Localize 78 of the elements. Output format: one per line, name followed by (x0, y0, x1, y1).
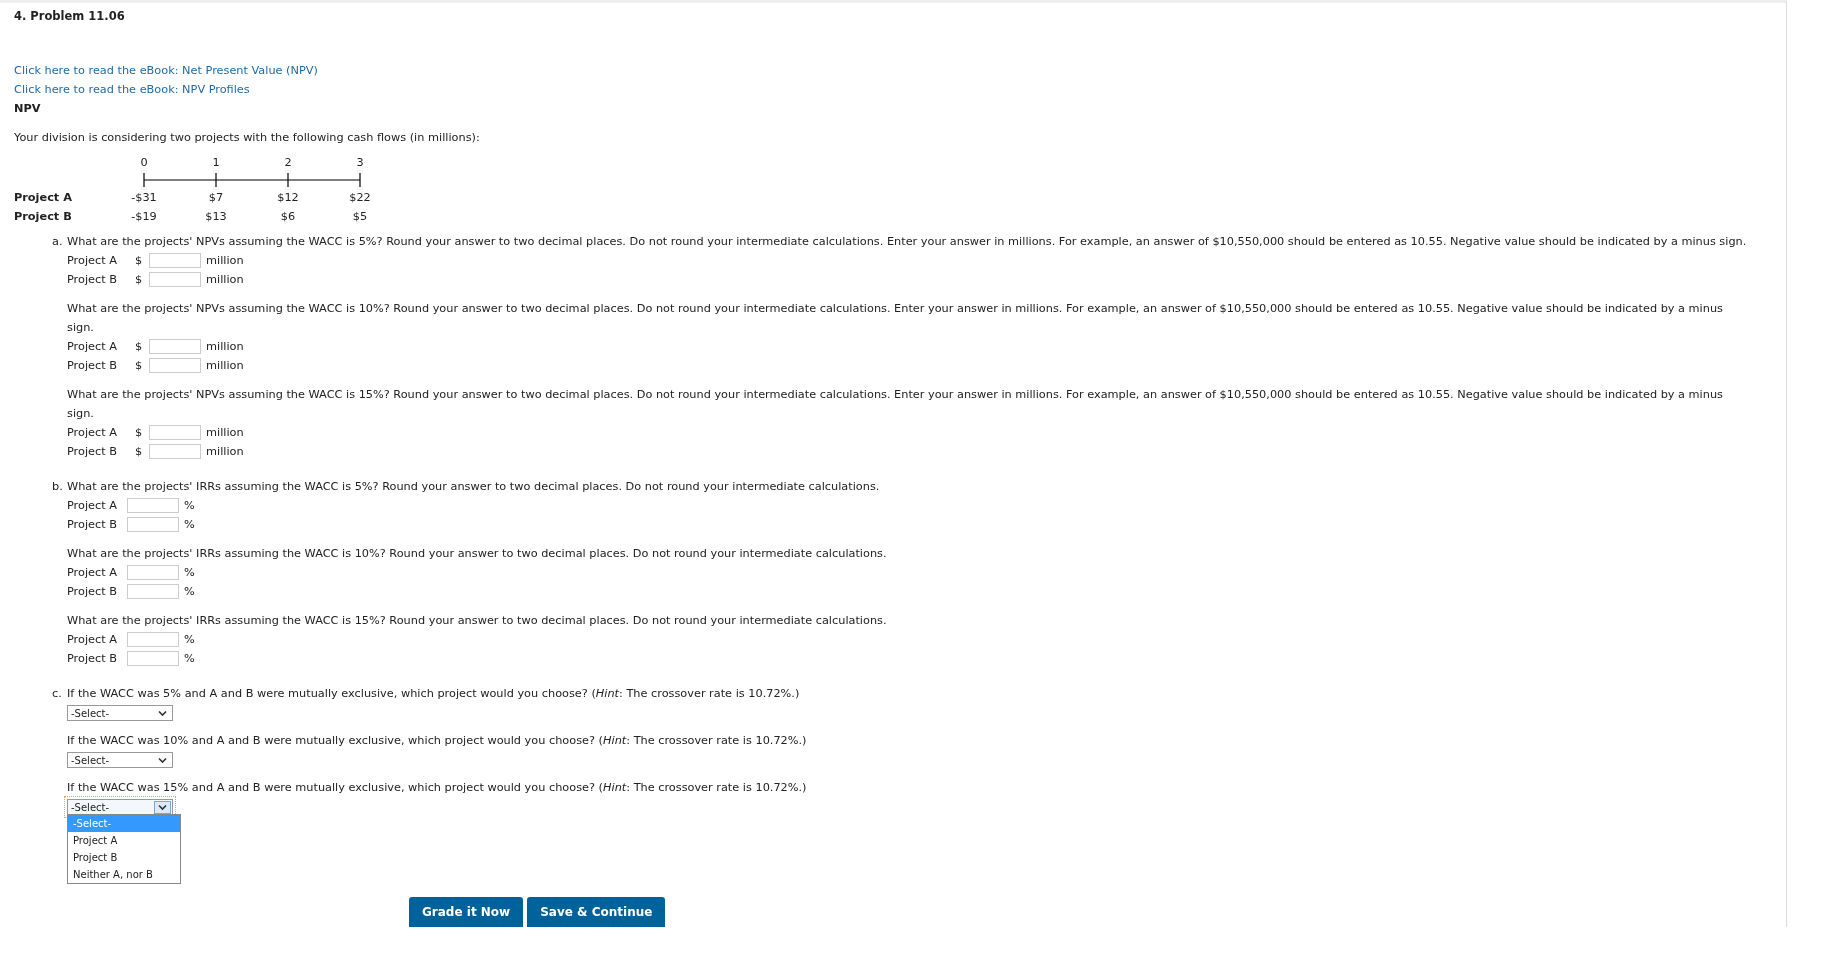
answer-field[interactable] (149, 272, 201, 287)
cash-flow: $6 (279, 209, 297, 225)
project-label: Project A (67, 633, 118, 646)
cash-flow: $12 (276, 190, 300, 206)
ebook-link[interactable]: Click here to read the eBook: NPV Profiles (14, 80, 1786, 99)
currency-sign: $ (135, 340, 144, 353)
answer-field[interactable] (149, 253, 201, 268)
unit-label: % (184, 566, 195, 579)
unit-label: % (184, 518, 195, 531)
submit-button[interactable]: Save & Continue (527, 897, 666, 927)
question-text: What are the projects' IRRs assuming the WACC is 5%? Round your answer to two decimal places. Do not round your intermediate calculations. (67, 479, 881, 495)
unit-label: million (206, 254, 244, 267)
cash-flow: $5 (351, 209, 369, 225)
project-name: Project A (14, 190, 73, 206)
project-label: Project A (67, 566, 118, 579)
answer-field[interactable] (127, 584, 179, 599)
answer-field[interactable] (149, 444, 201, 459)
caret-icon (154, 800, 171, 814)
project-label: Project A (67, 499, 118, 512)
unit-label: % (184, 652, 195, 665)
answer-field[interactable] (149, 358, 201, 373)
cash-flow: -$31 (130, 190, 158, 206)
project-label: Project B (67, 518, 118, 531)
project-label: Project B (67, 445, 118, 458)
answer-field[interactable] (127, 517, 179, 532)
unit-label: million (206, 273, 244, 286)
ebook-link[interactable]: Click here to read the eBook: Net Present Value (NPV) (14, 61, 1786, 80)
currency-sign: $ (135, 359, 144, 372)
unit-label: % (184, 499, 195, 512)
unit-label: % (184, 585, 195, 598)
part-letter: a. (52, 234, 64, 250)
answer-field[interactable] (127, 651, 179, 666)
period-label: 3 (355, 155, 365, 171)
answer-field[interactable] (149, 339, 201, 354)
project-label: Project B (67, 652, 118, 665)
project-select[interactable]: -Select- (67, 705, 173, 721)
part-letter: c. (52, 686, 63, 702)
project-label: Project A (67, 426, 118, 439)
question-text: If the WACC was 10% and A and B were mutually exclusive, which project would you choose? (Hint: The crossover rate is 10.72%.) (67, 733, 808, 749)
question-text: What are the projects' IRRs assuming the WACC is 15%? Round your answer to two decimal places. Do not round your intermediate calculations. (67, 613, 888, 629)
question-text: What are the projects' NPVs assuming the WACC is 10%? Round your answer to two decimal places. Do not round your intermediate calculations. Enter your answer in millions. For example, an answer of $10,550,000 should be entered as 10.55. Negative value should be indicated by a minus sign. (67, 301, 1724, 336)
answer-field[interactable] (149, 425, 201, 440)
project-label: Project B (67, 273, 118, 286)
project-name: Project B (14, 209, 73, 225)
unit-label: % (184, 633, 195, 646)
answer-field[interactable] (127, 498, 179, 513)
period-label: 0 (139, 155, 149, 171)
answer-field[interactable] (127, 632, 179, 647)
intro-text: Your division is considering two projects with the following cash flows (in millions): (14, 130, 481, 146)
cash-flow: $22 (348, 190, 372, 206)
project-label: Project A (67, 340, 118, 353)
question-text: What are the projects' NPVs assuming the WACC is 15%? Round your answer to two decimal places. Do not round your intermediate calculations. Enter your answer in millions. For example, an answer of $10,550,000 should be entered as 10.55. Negative value should be indicated by a minus sign. (67, 387, 1724, 422)
currency-sign: $ (135, 445, 144, 458)
period-label: 1 (211, 155, 221, 171)
question-text: If the WACC was 5% and A and B were mutually exclusive, which project would you choose? (Hint: The crossover rate is 10.72%.) (67, 686, 801, 702)
cash-flow: -$19 (130, 209, 158, 225)
project-label: Project B (67, 359, 118, 372)
problem-title: 4. Problem 11.06 (14, 9, 126, 23)
part-letter: b. (52, 479, 64, 495)
section-heading: NPV (14, 101, 42, 117)
answer-field[interactable] (127, 565, 179, 580)
unit-label: million (206, 359, 244, 372)
question-text: What are the projects' NPVs assuming the WACC is 5%? Round your answer to two decimal places. Do not round your intermediate calculations. Enter your answer in millions. For example, an answer of $10,550,000 should be entered as 10.55. Negative value should be indicated by a minus sign. (67, 234, 1748, 250)
unit-label: million (206, 340, 244, 353)
cash-flow: $13 (204, 209, 228, 225)
currency-sign: $ (135, 254, 144, 267)
question-text: What are the projects' IRRs assuming the WACC is 10%? Round your answer to two decimal places. Do not round your intermediate calculations. (67, 546, 888, 562)
project-label: Project B (67, 585, 118, 598)
unit-label: million (206, 445, 244, 458)
project-label: Project A (67, 254, 118, 267)
submit-button[interactable]: Grade it Now (409, 897, 524, 927)
unit-label: million (206, 426, 244, 439)
cash-flow: $7 (207, 190, 225, 206)
currency-sign: $ (135, 426, 144, 439)
question-text: If the WACC was 15% and A and B were mutually exclusive, which project would you choose? (Hint: The crossover rate is 10.72%.) (67, 780, 808, 796)
currency-sign: $ (135, 273, 144, 286)
project-select[interactable]: -Select- (67, 752, 173, 768)
period-label: 2 (283, 155, 293, 171)
